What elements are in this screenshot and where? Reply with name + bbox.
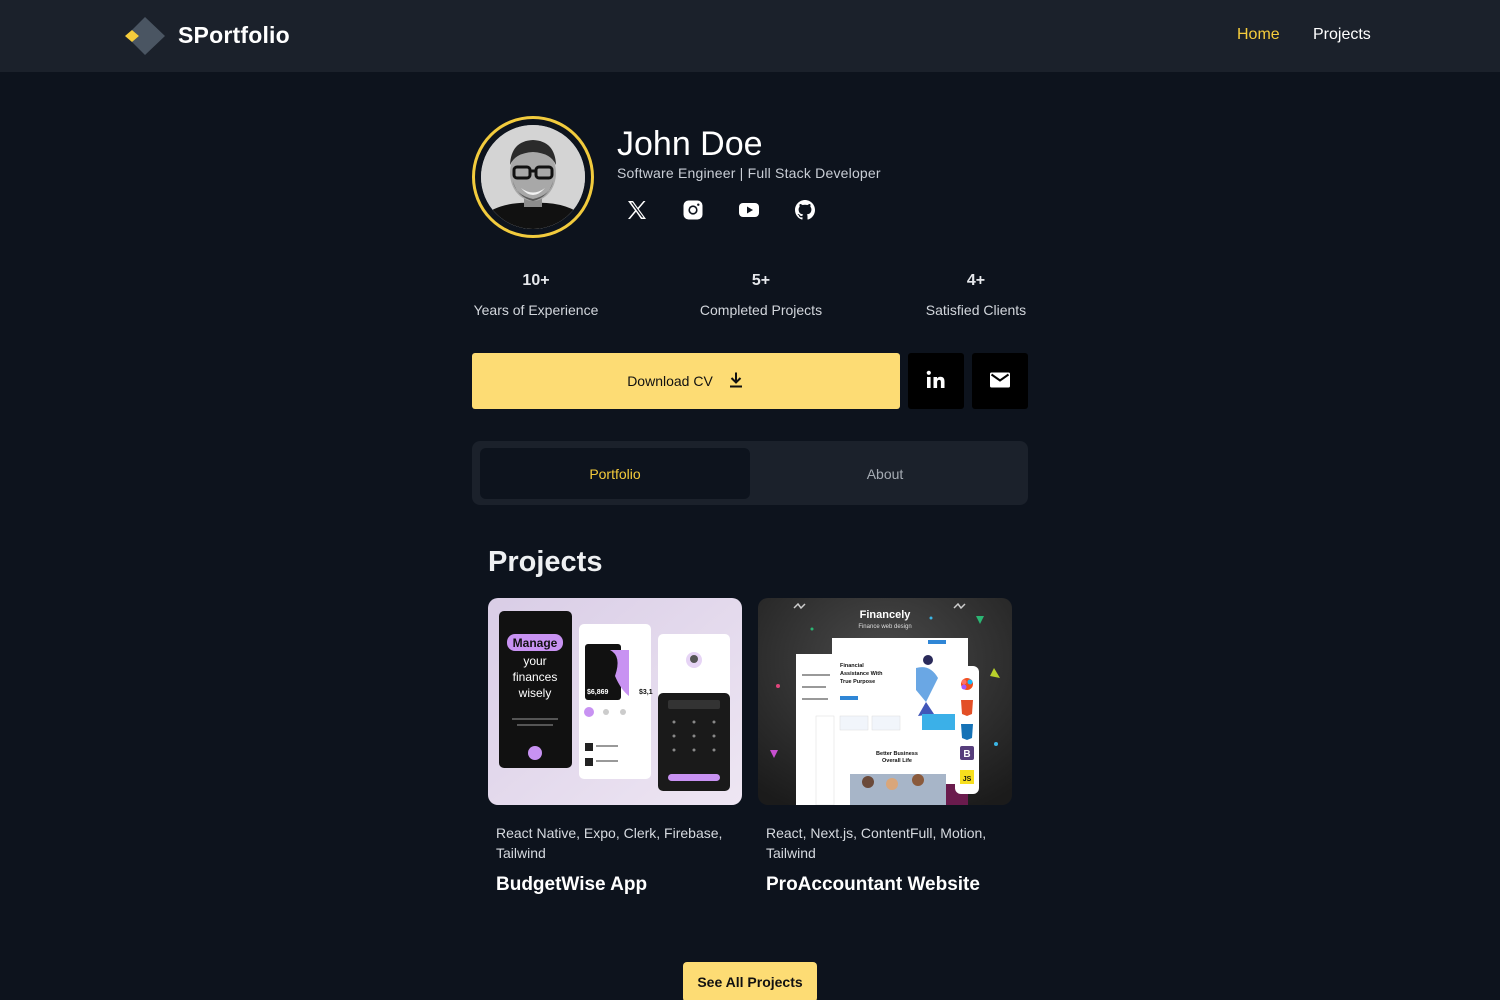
project-tags: React, Next.js, ContentFull, Motion, Tai…	[766, 825, 987, 861]
project-card-proaccountant[interactable]: Financely Finance web design Financial A…	[758, 598, 1012, 896]
navbar: SPortfolio Home Projects	[0, 0, 1500, 72]
svg-text:JS: JS	[963, 776, 972, 783]
stat-clients: 4+ Satisfied Clients	[896, 272, 1056, 318]
stat-projects: 5+ Completed Projects	[681, 272, 841, 318]
see-all-projects-button[interactable]: See All Projects	[683, 962, 817, 1000]
projects-heading: Projects	[488, 546, 603, 578]
thumb-hero-3: True Purpose	[840, 679, 875, 685]
project-thumbnail[interactable]: Manage your finances wisely $6,869 $3,1	[488, 598, 742, 805]
linkedin-button[interactable]	[908, 353, 964, 409]
brand-name[interactable]: SPortfolio	[178, 22, 290, 49]
avatar-photo	[481, 125, 585, 229]
email-button[interactable]	[972, 353, 1028, 409]
nav-link-home[interactable]: Home	[1237, 26, 1280, 44]
thumb-headline-3: finances	[513, 670, 558, 684]
project-card-budgetwise[interactable]: Manage your finances wisely $6,869 $3,1	[488, 598, 742, 896]
project-title[interactable]: BudgetWise App	[496, 874, 734, 896]
project-thumbnail[interactable]: Financely Finance web design Financial A…	[758, 598, 1012, 805]
thumb-headline-1: Manage	[513, 636, 558, 650]
instagram-icon[interactable]	[681, 198, 705, 222]
avatar	[472, 116, 594, 238]
stat-label: Satisfied Clients	[925, 302, 1027, 318]
thumb-amount: $6,869	[587, 689, 609, 696]
linkedin-icon	[924, 368, 948, 395]
thumb-section-2: Overall Life	[882, 758, 912, 764]
stat-value: 5+	[751, 272, 771, 289]
logo-icon[interactable]	[124, 16, 166, 56]
project-tags: React Native, Expo, Clerk, Firebase, Tai…	[496, 825, 723, 861]
thumb-section-1: Better Business	[876, 751, 918, 757]
thumb-headline-4: wisely	[518, 686, 552, 700]
thumb-hero-1: Financial	[840, 663, 864, 669]
tab-bar: Portfolio About	[472, 441, 1028, 505]
profile-role: Software Engineer | Full Stack Developer	[617, 165, 881, 181]
tab-about[interactable]: About	[750, 448, 1020, 499]
download-cv-button[interactable]: Download CV	[472, 353, 900, 409]
thumb-headline-2: your	[523, 654, 546, 668]
download-cv-label: Download CV	[627, 373, 713, 389]
profile-name: John Doe	[617, 125, 763, 163]
github-icon[interactable]	[793, 198, 817, 222]
stat-value: 10+	[522, 272, 550, 289]
thumb-brand: Financely	[860, 609, 912, 621]
stat-label: Years of Experience	[473, 302, 599, 318]
download-icon	[727, 371, 745, 392]
stat-label: Completed Projects	[699, 302, 823, 318]
tab-portfolio[interactable]: Portfolio	[480, 448, 750, 499]
stat-value: 4+	[966, 272, 986, 289]
stat-experience: 10+ Years of Experience	[456, 272, 616, 318]
youtube-icon[interactable]	[737, 198, 761, 222]
project-title[interactable]: ProAccountant Website	[766, 874, 1004, 896]
mail-icon	[988, 368, 1012, 395]
thumb-tagline: Finance web design	[858, 624, 911, 630]
thumb-hero-2: Assistance With	[840, 671, 883, 677]
x-icon[interactable]	[625, 198, 649, 222]
svg-text:B: B	[963, 749, 970, 760]
nav-link-projects[interactable]: Projects	[1313, 26, 1371, 44]
thumb-amount-2: $3,1	[639, 689, 653, 696]
